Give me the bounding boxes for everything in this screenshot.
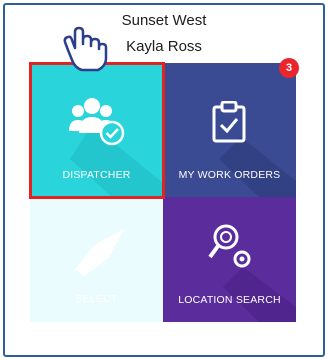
notification-badge: 3 [279,58,299,78]
tile-location-search[interactable]: LOCATION SEARCH [163,197,296,322]
tile-label: MY WORK ORDERS [178,169,281,181]
tile-label: DISPATCHER [62,169,131,181]
user-name: Kayla Ross [126,38,202,55]
clipboard-check-icon [212,101,246,143]
tile-my-work-orders[interactable]: MY WORK ORDERS [163,63,296,197]
tile-dispatcher[interactable]: DISPATCHER [30,63,163,197]
pointer-icon [74,228,125,277]
header: Sunset West Kayla Ross [5,5,323,69]
users-check-icon [69,98,125,146]
tile-label: SELECT [75,293,118,305]
tile-label: LOCATION SEARCH [178,294,281,306]
site-name: Sunset West [121,12,207,29]
pointing-hand-icon [63,26,108,72]
location-search-icon [208,224,251,268]
tile-select[interactable]: SELECT [30,197,163,322]
